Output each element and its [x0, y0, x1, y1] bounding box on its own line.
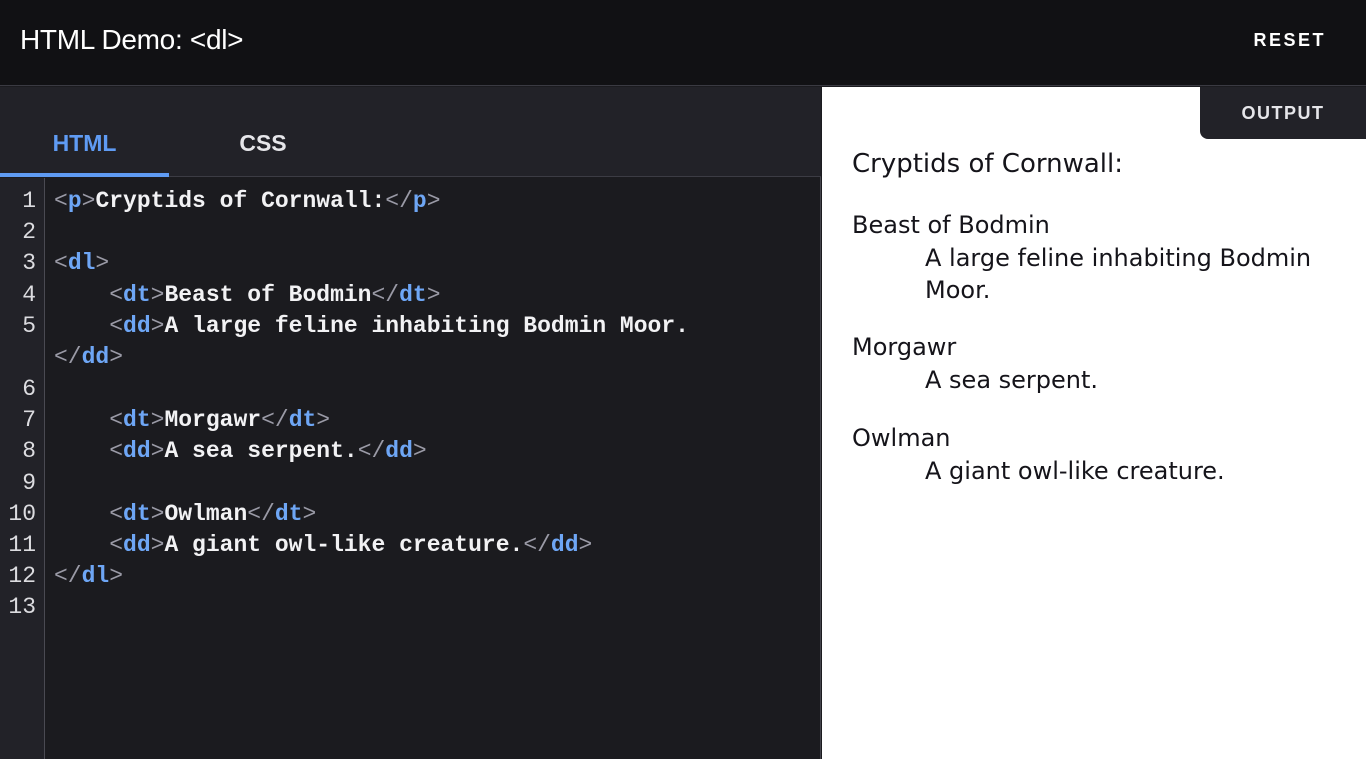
tab-html-label: HTML: [52, 130, 117, 156]
output-panel: OUTPUT Cryptids of Cornwall: Beast of Bo…: [822, 87, 1366, 759]
code-tag: dd: [123, 438, 151, 464]
output-term: Beast of Bodmin: [852, 211, 1050, 239]
code-line: <dt>Morgawr</dt>: [109, 407, 331, 433]
code-line: </dl>: [54, 563, 124, 589]
line-number: 8: [22, 438, 36, 464]
output-description: A sea serpent.: [925, 366, 1099, 394]
code-tag: dl: [81, 563, 110, 589]
line-number: 13: [8, 594, 36, 620]
line-number: 2: [22, 219, 36, 245]
output-paragraph: Cryptids of Cornwall:: [852, 149, 1123, 179]
code-text: A large feline inhabiting Bodmin Moor.: [164, 313, 689, 339]
code-text: Morgawr: [164, 407, 262, 433]
line-number-gutter: 1 2 3 4 5 6 7 8 9 10 11 12 13: [0, 178, 45, 759]
code-tag: dd: [550, 532, 579, 558]
code-text: Beast of Bodmin: [164, 282, 372, 308]
line-number: 1: [22, 188, 36, 214]
reset-button[interactable]: RESET: [1253, 30, 1326, 51]
code-tag: dt: [123, 407, 151, 433]
code-tag: p: [67, 188, 82, 214]
code-tag: dt: [288, 407, 317, 433]
code-line: <dd>A large feline inhabiting Bodmin Moo…: [109, 313, 689, 339]
output-description: A large feline inhabiting Bodmin Moor.: [925, 244, 1312, 304]
code-tag: dd: [81, 344, 110, 370]
tab-html[interactable]: HTML: [0, 130, 169, 177]
code-text: Cryptids of Cornwall:: [95, 188, 386, 214]
tab-css[interactable]: CSS: [169, 130, 357, 177]
code-line: <dt>Beast of Bodmin</dt>: [109, 282, 441, 308]
editor-tabs: HTML CSS: [0, 87, 821, 177]
code-line-wrapped: </dd>: [54, 344, 124, 370]
code-line: <dt>Owlman</dt>: [109, 501, 317, 527]
tab-css-label: CSS: [239, 130, 287, 156]
line-number: 4: [22, 282, 36, 308]
code-tag: dd: [385, 438, 413, 464]
line-number: 7: [22, 407, 36, 433]
page-title: HTML Demo: <dl>: [20, 24, 244, 55]
code-tag: dt: [123, 282, 151, 308]
code-tag: dl: [67, 250, 96, 276]
line-number: 6: [22, 376, 36, 402]
output-description: A giant owl-like creature.: [925, 457, 1225, 485]
output-term: Morgawr: [852, 333, 957, 361]
line-number: 12: [8, 563, 36, 589]
code-line: <dd>A giant owl-like creature.</dd>: [109, 532, 593, 558]
code-tag: dt: [274, 501, 303, 527]
code-area[interactable]: 1 2 3 4 5 6 7 8 9 10 11 12 13 <p>Cryptid…: [0, 178, 820, 759]
line-number: 10: [8, 501, 36, 527]
code-line: <dd>A sea serpent.</dd>: [109, 438, 427, 464]
code-tag: p: [412, 188, 427, 214]
line-number: 5: [22, 313, 36, 339]
code-text: A sea serpent.: [164, 438, 358, 464]
line-number: 11: [8, 532, 36, 558]
code-text: A giant owl-like creature.: [164, 532, 524, 558]
code-tag: dd: [123, 313, 151, 339]
code-text: Owlman: [164, 501, 248, 527]
output-tab[interactable]: OUTPUT: [1200, 87, 1366, 139]
line-number: 9: [22, 470, 36, 496]
code-line: <dl>: [54, 250, 110, 276]
code-tag: dd: [123, 532, 151, 558]
code-tag: dt: [123, 501, 151, 527]
code-line: <p>Cryptids of Cornwall:</p>: [54, 188, 441, 214]
code-editor-panel: HTML CSS 1 2 3 4 5 6 7 8 9 10 11 12 13 <…: [0, 87, 821, 759]
header-bar: HTML Demo: <dl> RESET: [0, 0, 1366, 86]
line-number: 3: [22, 250, 36, 276]
code-tag: dt: [399, 282, 427, 308]
output-term: Owlman: [852, 424, 951, 452]
